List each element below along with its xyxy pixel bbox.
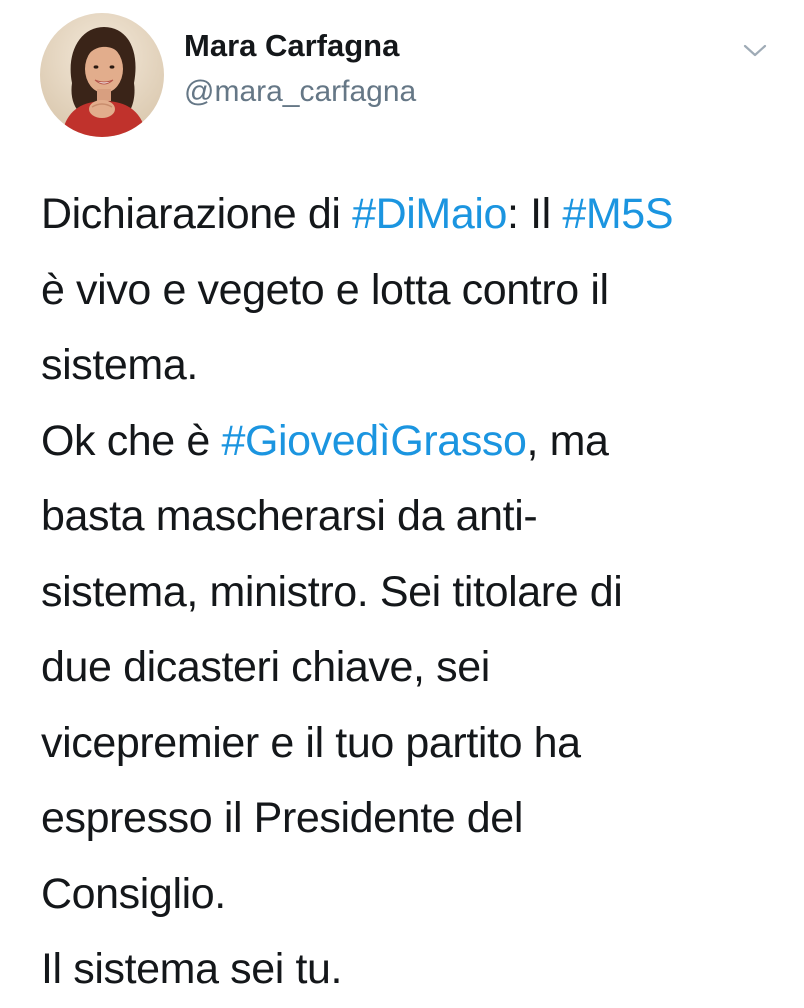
tweet-text-line: vicepremier e il tuo partito ha xyxy=(41,706,781,782)
tweet-text-segment: vicepremier e il tuo partito ha xyxy=(41,718,581,767)
avatar[interactable] xyxy=(40,13,164,137)
tweet-card: Mara Carfagna @mara_carfagna Dichiarazio… xyxy=(0,0,804,993)
tweet-text-line: è vivo e vegeto e lotta contro il xyxy=(41,253,781,329)
tweet-text-segment: Ok che è xyxy=(41,416,222,465)
tweet-text-line: basta mascherarsi da anti- xyxy=(41,479,781,555)
author-handle[interactable]: @mara_carfagna xyxy=(184,74,416,110)
tweet-text-segment: è vivo e vegeto e lotta contro il xyxy=(41,265,609,314)
tweet-text-segment: sistema, ministro. Sei titolare di xyxy=(41,567,623,616)
tweet-text-segment: , ma xyxy=(526,416,609,465)
tweet-text-line: sistema, ministro. Sei titolare di xyxy=(41,555,781,631)
tweet-text: Dichiarazione di #DiMaio: Il #M5S è vivo … xyxy=(41,177,781,1008)
tweet-text-line: Dichiarazione di #DiMaio: Il #M5S xyxy=(41,177,781,253)
tweet-text-line: Consiglio. xyxy=(41,857,781,933)
tweet-text-line: espresso il Presidente del xyxy=(41,781,781,857)
tweet-text-line: due dicasteri chiave, sei xyxy=(41,630,781,706)
tweet-text-segment: due dicasteri chiave, sei xyxy=(41,643,490,691)
tweet-text-segment: Il sistema sei tu. xyxy=(41,945,343,993)
tweet-text-segment: Consiglio. xyxy=(41,869,226,918)
tweet-text-line: sistema. xyxy=(41,328,781,404)
tweet-text-segment: espresso il Presidente del xyxy=(41,794,523,842)
tweet-text-segment: Dichiarazione di xyxy=(41,190,353,238)
tweet-text-line: Ok che è #GiovedìGrasso, ma xyxy=(41,404,781,480)
avatar-image xyxy=(40,13,164,137)
hashtag-link[interactable]: #GiovedìGrasso xyxy=(221,417,527,465)
tweet-text-segment: basta mascherarsi da anti- xyxy=(41,492,538,540)
tweet-text-segment: : Il xyxy=(507,190,563,238)
tweet-text-line: Il sistema sei tu. xyxy=(41,932,781,1008)
hashtag-link[interactable]: #DiMaio xyxy=(352,190,507,238)
author-display-name[interactable]: Mara Carfagna xyxy=(184,28,399,64)
tweet-text-segment: sistema. xyxy=(41,341,198,389)
hashtag-link[interactable]: #M5S xyxy=(562,190,673,238)
chevron-down-icon[interactable] xyxy=(742,42,768,60)
